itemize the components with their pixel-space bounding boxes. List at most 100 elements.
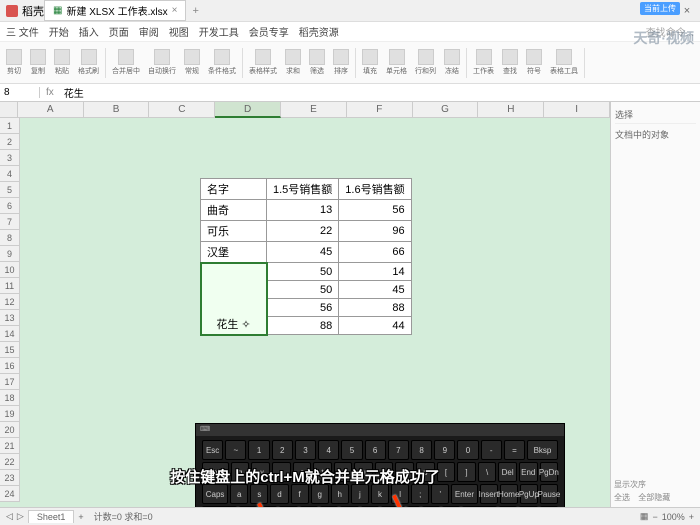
table-cell[interactable]: 44 (339, 317, 411, 335)
table-cell[interactable]: 45 (339, 281, 411, 299)
toolbar-button[interactable]: 符号 (524, 49, 544, 76)
column-header[interactable]: F (347, 102, 413, 118)
keyboard-key[interactable]: 9 (434, 440, 455, 460)
toolbar-button[interactable]: 冻结 (442, 49, 462, 76)
prev-sheet-icon[interactable]: ◁ (6, 511, 13, 522)
keyboard-key[interactable]: Enter (451, 484, 477, 504)
keyboard-key[interactable]: Shift (202, 506, 237, 507)
keyboard-key[interactable]: 6 (365, 440, 386, 460)
keyboard-key[interactable]: PgUp (520, 484, 538, 504)
keyboard-key[interactable]: ScrLk (519, 506, 537, 507)
toolbar-button[interactable]: 格式刷 (76, 49, 101, 76)
table-row[interactable]: 汉堡4566 (201, 242, 412, 263)
keyboard-key[interactable]: End (519, 462, 538, 482)
toolbar-button[interactable]: 表格样式 (247, 49, 279, 76)
table-cell[interactable]: 45 (267, 242, 339, 263)
keyboard-key[interactable]: ' (431, 484, 449, 504)
toolbar-button[interactable]: 行和列 (413, 49, 438, 76)
table-row[interactable]: 可乐2296 (201, 221, 412, 242)
column-header[interactable]: G (413, 102, 479, 118)
menu-item[interactable]: 页面 (109, 24, 129, 39)
row-header[interactable]: 16 (0, 358, 20, 374)
table-header-cell[interactable]: 1.5号销售额 (267, 179, 339, 200)
cell-reference-box[interactable]: 8 (0, 87, 40, 98)
view-mode-icon[interactable]: ▦ (640, 511, 649, 522)
column-header[interactable]: C (149, 102, 215, 118)
table-cell[interactable]: 22 (267, 221, 339, 242)
table-header-cell[interactable]: 名字 (201, 179, 267, 200)
row-header[interactable]: 1 (0, 118, 20, 134)
formula-input[interactable]: 花生 (60, 85, 88, 100)
keyboard-key[interactable]: - (481, 440, 502, 460)
keyboard-key[interactable]: = (504, 440, 525, 460)
keyboard-key[interactable]: ~ (225, 440, 246, 460)
select-all-corner[interactable] (0, 102, 18, 118)
row-header[interactable]: 12 (0, 294, 20, 310)
keyboard-key[interactable]: 7 (388, 440, 409, 460)
table-cell[interactable]: 50 (267, 263, 339, 281)
table-cell[interactable]: 56 (339, 200, 411, 221)
column-header[interactable]: E (281, 102, 347, 118)
keyboard-key[interactable]: v (300, 506, 318, 507)
keyboard-key[interactable]: f (291, 484, 309, 504)
add-sheet-icon[interactable]: + (78, 512, 83, 522)
keyboard-key[interactable]: 8 (411, 440, 432, 460)
row-header[interactable]: 10 (0, 262, 20, 278)
toolbar-button[interactable]: 合并居中 (110, 49, 142, 76)
zoom-level[interactable]: 100% (662, 512, 685, 522)
toolbar-button[interactable]: 填充 (360, 49, 380, 76)
keyboard-key[interactable]: / (422, 506, 440, 507)
keyboard-key[interactable]: Esc (202, 440, 223, 460)
row-header[interactable]: 9 (0, 246, 20, 262)
column-header[interactable]: A (18, 102, 84, 118)
keyboard-key[interactable]: 2 (272, 440, 293, 460)
toolbar-button[interactable]: 剪切 (4, 49, 24, 76)
row-header[interactable]: 22 (0, 454, 20, 470)
table-cell[interactable]: 可乐 (201, 221, 267, 242)
new-tab-button[interactable]: + (192, 5, 198, 17)
side-footer-hideall[interactable]: 全部隐藏 (638, 493, 670, 502)
table-cell[interactable]: 56 (267, 299, 339, 317)
toolbar-button[interactable]: 查找 (500, 49, 520, 76)
row-header[interactable]: 3 (0, 150, 20, 166)
row-header[interactable]: 13 (0, 310, 20, 326)
keyboard-key[interactable]: a (230, 484, 248, 504)
menu-item[interactable]: 插入 (79, 24, 99, 39)
keyboard-key[interactable]: h (331, 484, 349, 504)
row-header[interactable]: 8 (0, 230, 20, 246)
next-sheet-icon[interactable]: ▷ (17, 511, 24, 522)
table-cell[interactable]: 14 (339, 263, 411, 281)
toolbar-button[interactable]: 求和 (283, 49, 303, 76)
toolbar-button[interactable]: 表格工具 (548, 49, 580, 76)
column-header[interactable]: B (84, 102, 150, 118)
table-cell[interactable]: 66 (339, 242, 411, 263)
toolbar-button[interactable]: 条件格式 (206, 49, 238, 76)
keyboard-key[interactable]: Pause (540, 484, 558, 504)
toolbar-button[interactable]: 排序 (331, 49, 351, 76)
keyboard-key[interactable]: g (311, 484, 329, 504)
zoom-out-icon[interactable]: − (652, 512, 657, 522)
table-cell[interactable]: 13 (267, 200, 339, 221)
column-header[interactable]: D (215, 102, 281, 118)
row-header[interactable]: 2 (0, 134, 20, 150)
keyboard-key[interactable]: ] (457, 462, 476, 482)
document-tab[interactable]: ▦ 新建 XLSX 工作表.xlsx × (44, 0, 186, 21)
menu-item[interactable]: 三 文件 (6, 24, 39, 39)
toolbar-button[interactable]: 粘贴 (52, 49, 72, 76)
toolbar-button[interactable]: 单元格 (384, 49, 409, 76)
row-header[interactable]: 4 (0, 166, 20, 182)
toolbar-button[interactable]: 自动换行 (146, 49, 178, 76)
menu-item[interactable]: 开发工具 (199, 24, 239, 39)
row-header[interactable]: 19 (0, 406, 20, 422)
row-header[interactable]: 14 (0, 326, 20, 342)
toolbar-button[interactable]: 复制 (28, 49, 48, 76)
row-header[interactable]: 17 (0, 374, 20, 390)
table-row[interactable]: 花生 ✧5014 (201, 263, 412, 281)
row-header[interactable]: 15 (0, 342, 20, 358)
menu-item[interactable]: 视图 (169, 24, 189, 39)
keyboard-key[interactable]: 0 (457, 440, 478, 460)
table-cell[interactable]: 96 (339, 221, 411, 242)
keyboard-key[interactable]: m (361, 506, 379, 507)
table-cell[interactable]: 88 (267, 317, 339, 335)
close-tab-icon[interactable]: × (172, 5, 178, 16)
